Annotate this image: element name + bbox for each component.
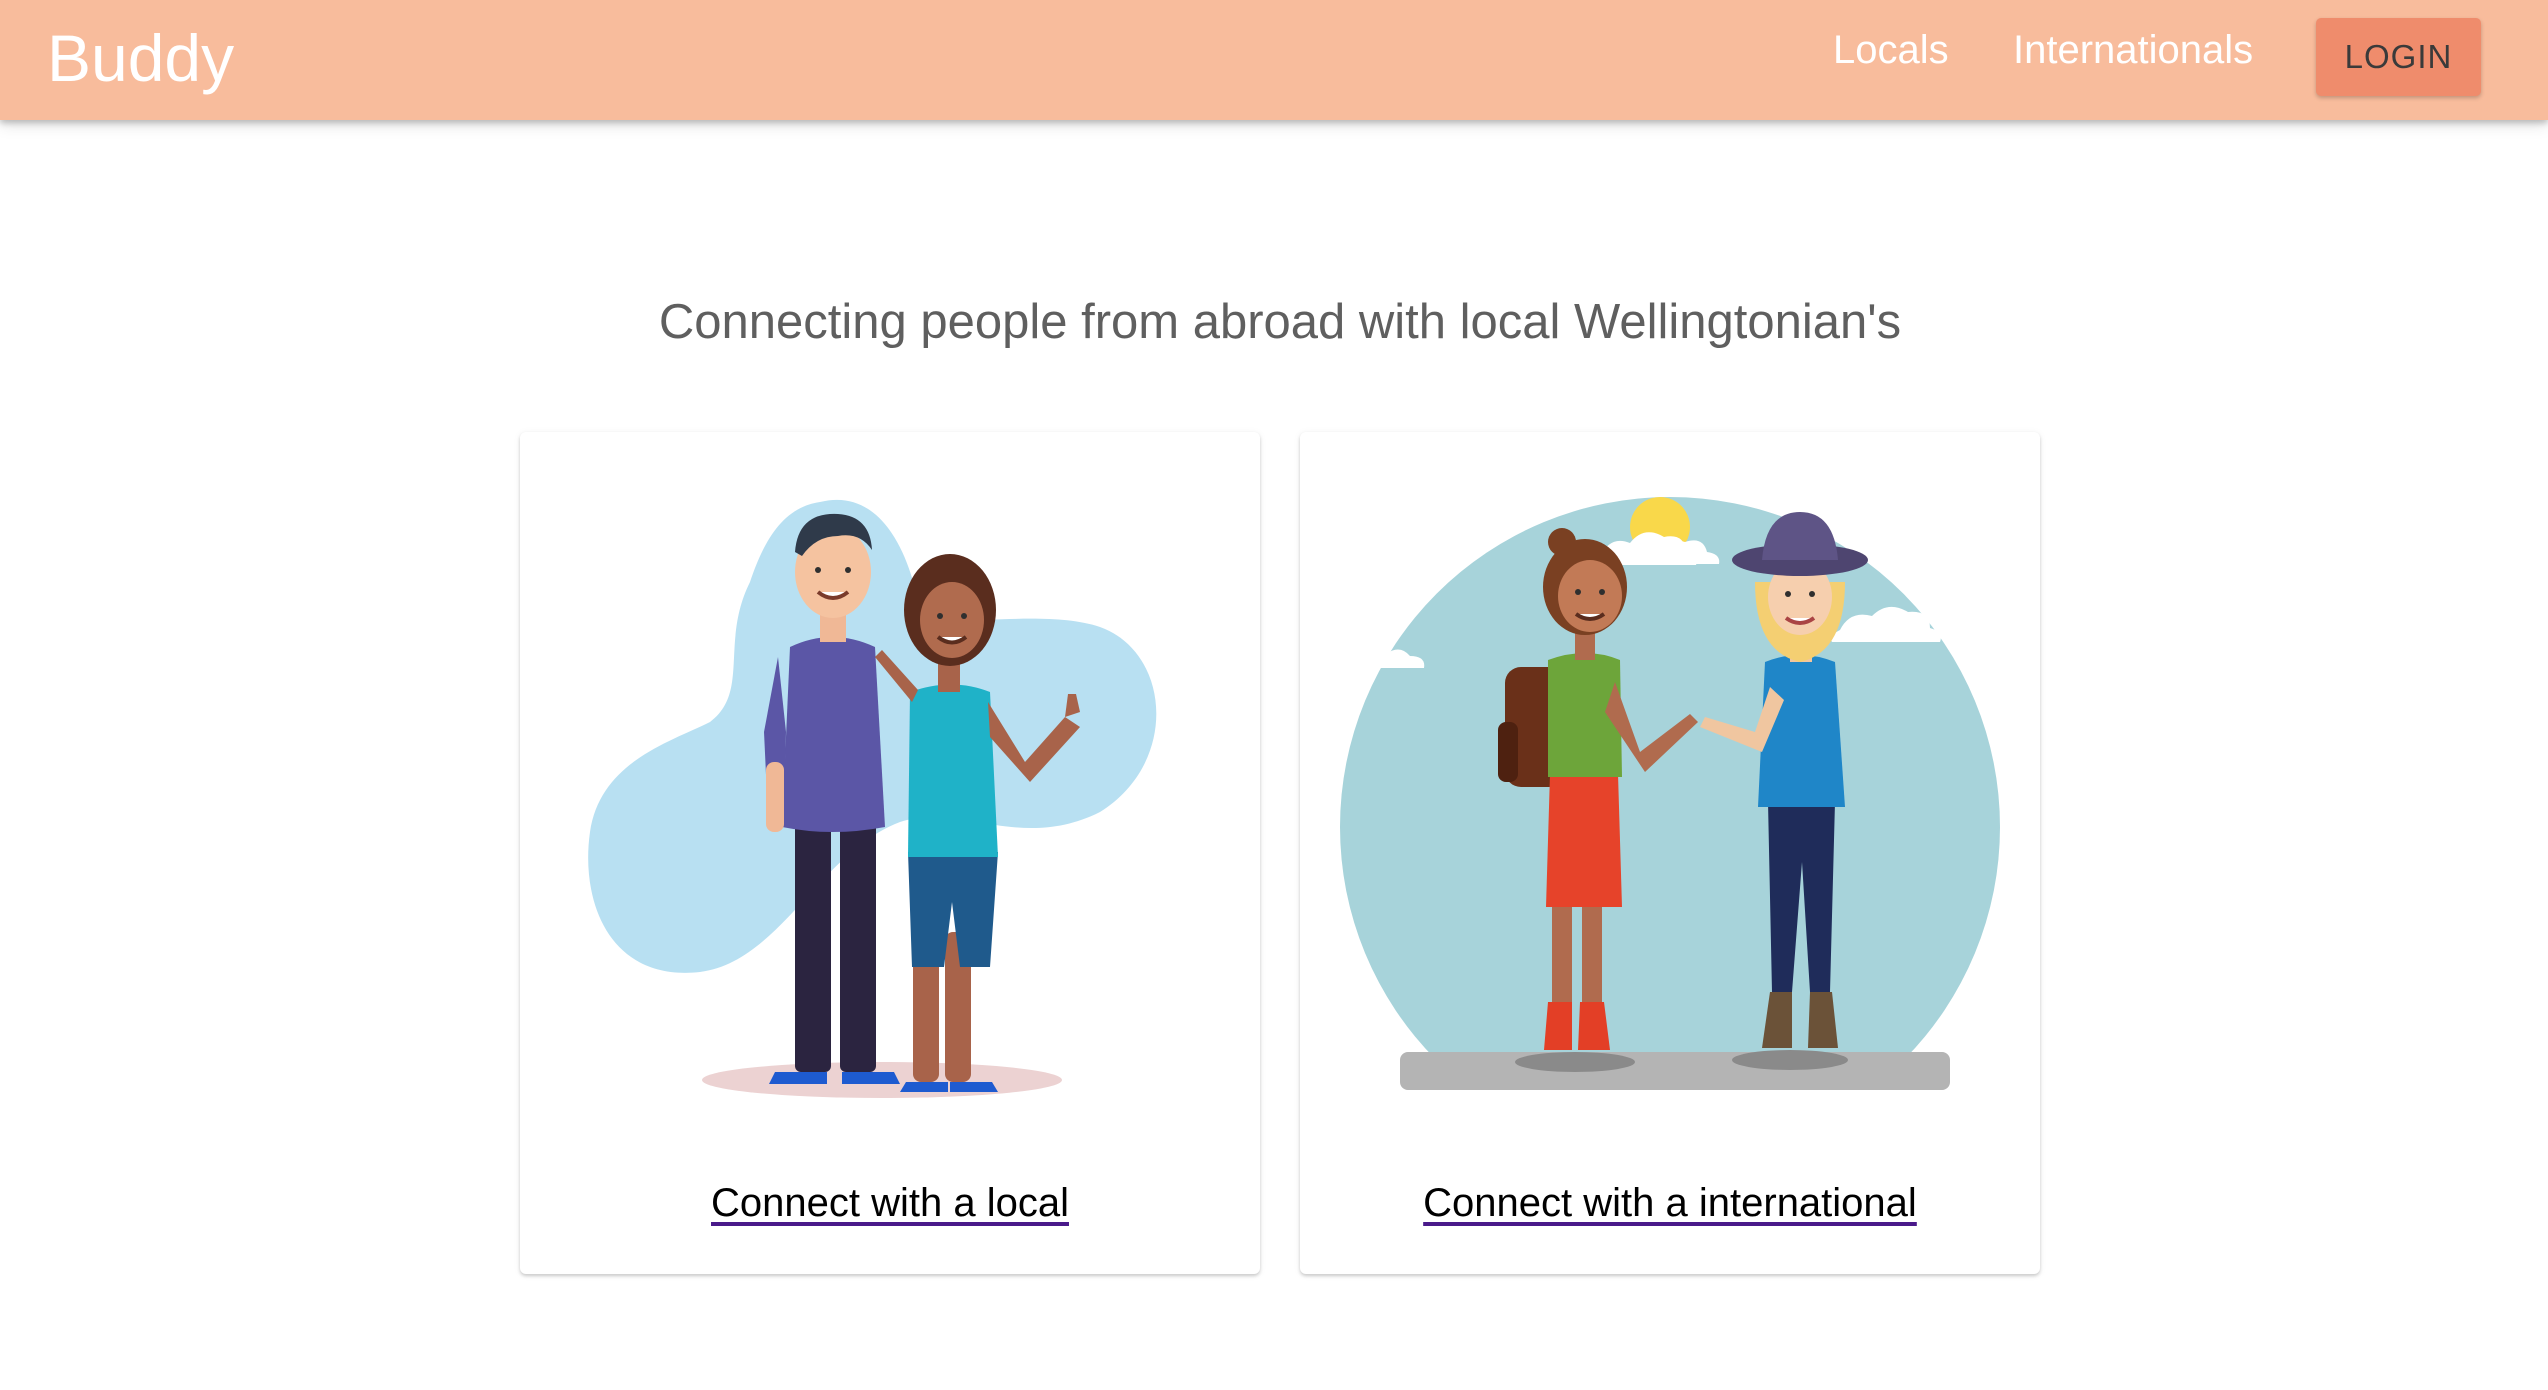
login-button[interactable]: LOGIN — [2316, 18, 2481, 96]
connect-international-link[interactable]: Connect with a international — [1423, 1181, 1917, 1225]
nav-internationals-link[interactable]: Internationals — [2013, 22, 2253, 78]
card-connect-local[interactable]: Connect with a local — [520, 432, 1260, 1274]
travelers-meeting-illustration — [1340, 497, 2000, 1090]
app-bar: Buddy Locals Internationals LOGIN — [0, 0, 2548, 120]
brand-logo[interactable]: Buddy — [47, 18, 234, 98]
page-tagline: Connecting people from abroad with local… — [658, 295, 1902, 349]
connect-local-link[interactable]: Connect with a local — [711, 1181, 1069, 1225]
nav-locals-link[interactable]: Locals — [1833, 22, 1949, 78]
connect-local-link-wrapper: Connect with a local — [520, 1177, 1260, 1229]
connect-international-link-wrapper: Connect with a international — [1300, 1177, 2040, 1229]
card-connect-international[interactable]: Connect with a international — [1300, 432, 2040, 1274]
two-friends-illustration — [588, 499, 1157, 1098]
